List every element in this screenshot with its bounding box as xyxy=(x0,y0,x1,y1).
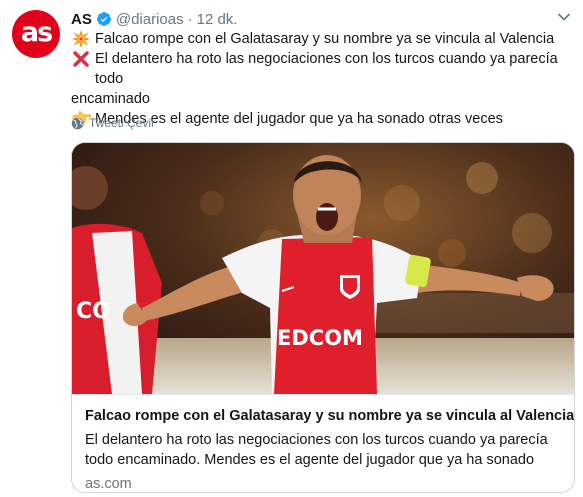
verified-badge-icon xyxy=(96,12,111,26)
card-photo[interactable]: CO EDCOM xyxy=(72,143,574,394)
player-photo: CO EDCOM xyxy=(72,143,574,394)
link-card[interactable]: CO EDCOM Falcao rompe con el Galatasaray… xyxy=(71,142,575,493)
tweet-header: AS @diarioas · 12 dk. xyxy=(71,9,237,29)
avatar[interactable]: as xyxy=(12,10,60,58)
separator: · xyxy=(187,10,193,28)
tweet-line: El delantero ha roto las negociaciones c… xyxy=(71,49,571,89)
globe-icon xyxy=(71,117,84,129)
collision-emoji-icon xyxy=(71,29,91,49)
tweet-line-text: Mendes es el agente del jugador que ya h… xyxy=(95,111,503,127)
tweet-text: Falcao rompe con el Galatasaray y su nom… xyxy=(71,29,571,129)
card-description: El delantero ha roto las negociaciones c… xyxy=(85,432,548,468)
card-domain: as.com xyxy=(85,476,132,492)
card-text[interactable]: Falcao rompe con el Galatasaray y su nom… xyxy=(72,394,575,492)
author-handle[interactable]: @diarioas xyxy=(116,11,184,28)
tweet-line: encaminado xyxy=(71,89,571,109)
card-title: Falcao rompe con el Galatasaray y su nom… xyxy=(85,408,575,424)
tweet-line: Falcao rompe con el Galatasaray y su nom… xyxy=(71,29,571,49)
translate-label: Tweeti Çevir xyxy=(89,116,156,130)
tweet[interactable]: as AS @diarioas · 12 dk. Falcao rompe co… xyxy=(0,0,583,497)
timestamp[interactable]: 12 dk. xyxy=(197,11,238,28)
jersey-sponsor-text: EDCOM xyxy=(277,326,363,350)
left-jersey-text: CO xyxy=(76,299,111,324)
tweet-line-text: Falcao rompe con el Galatasaray y su nom… xyxy=(95,31,555,47)
cross-mark-emoji-icon xyxy=(71,49,91,69)
author-name[interactable]: AS xyxy=(71,11,92,28)
translate-tweet-link[interactable]: Tweeti Çevir xyxy=(71,116,155,130)
chevron-down-icon[interactable] xyxy=(557,10,571,24)
tweet-line-text: El delantero ha roto las negociaciones c… xyxy=(95,51,558,87)
tweet-line-text: encaminado xyxy=(71,91,150,107)
avatar-logo: as xyxy=(20,16,53,48)
